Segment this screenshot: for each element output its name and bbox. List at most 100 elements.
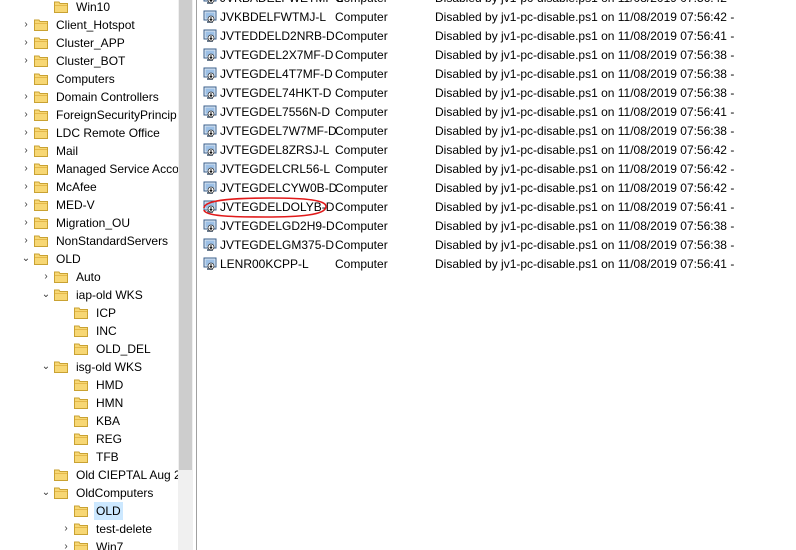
folder-icon — [34, 144, 48, 157]
computer-row[interactable]: JVTEGDEL7W7MF-D Computer Disabled by jv1-p… — [201, 122, 796, 141]
computer-row[interactable]: JVTEGDELGM375-D Computer Disabled by jv1-p… — [201, 236, 796, 255]
folder-icon — [54, 468, 68, 481]
tree-item-label: Old CIEPTAL Aug 2 — [76, 468, 178, 482]
computer-name: JVTEGDELGM375-D — [220, 238, 335, 252]
computer-type: Computer — [335, 238, 388, 252]
computer-row[interactable]: JVKBADELFWETMF-LComputer Disabled by jv1-… — [201, 0, 796, 8]
expand-chevron-icon[interactable]: › — [20, 178, 32, 196]
folder-icon — [74, 432, 88, 445]
computer-row[interactable]: JVTEGDEL2X7MF-D Computer Disabled by jv1-p… — [201, 46, 796, 65]
tree-item-label: iap-old WKS — [76, 288, 143, 302]
computer-type: Computer — [335, 143, 388, 157]
tree-item-label: Mail — [56, 144, 79, 158]
tree-item-label: TFB — [96, 450, 119, 464]
tree-item-label: OLD_DEL — [96, 342, 151, 356]
folder-icon — [74, 522, 88, 535]
tree-item-label: ForeignSecurityPrincip — [56, 108, 177, 122]
folder-icon — [54, 360, 68, 373]
computer-name: JVTEDDELD2NRB-D — [220, 29, 335, 43]
expand-chevron-icon[interactable]: › — [60, 520, 72, 538]
tree-item-label: Cluster_BOT — [56, 54, 126, 68]
expand-chevron-icon[interactable]: › — [20, 214, 32, 232]
computer-row[interactable]: JVTEGDELCYW0B-D Computer Disabled by jv1-p… — [201, 179, 796, 198]
folder-icon — [74, 450, 88, 463]
expand-chevron-icon[interactable]: › — [20, 160, 32, 178]
folder-icon — [34, 252, 48, 265]
expand-chevron-icon[interactable]: › — [20, 16, 32, 34]
computer-description: Disabled by jv1-pc-disable.ps1 on 11/08/… — [435, 162, 735, 176]
expand-chevron-icon[interactable]: › — [20, 52, 32, 70]
computer-description: Disabled by jv1-pc-disable.ps1 on 11/08/… — [435, 10, 735, 24]
computer-row[interactable]: JVTEGDEL74HKT-D Computer Disabled by jv1-p… — [201, 84, 796, 103]
expand-chevron-icon[interactable]: › — [20, 34, 32, 52]
computer-row[interactable]: JVTEGDELCRL56-L Computer Disabled by jv1-p… — [201, 160, 796, 179]
computer-name: JVKBADELFWETMF-L — [220, 0, 343, 8]
expand-chevron-icon[interactable]: › — [40, 268, 52, 286]
computer-description: Disabled by jv1-pc-disable.ps1 on 11/08/… — [435, 48, 735, 62]
computer-name: JVKBDELFWTMJ-L — [220, 10, 327, 24]
folder-icon — [34, 234, 48, 247]
computer-type: Computer — [335, 10, 388, 24]
folder-icon — [74, 414, 88, 427]
tree-item-label: Win7 — [96, 540, 124, 550]
tree-item-label: INC — [96, 324, 117, 338]
ou-tree-pane[interactable]: Win10 › Client_Hotspot › Cluster_APP › Cluster… — [0, 0, 178, 550]
tree-item-label: ICP — [96, 306, 117, 320]
folder-icon — [34, 90, 48, 103]
tree-item-label: OLD — [94, 502, 123, 520]
expand-chevron-icon[interactable]: › — [20, 124, 32, 142]
disabled-computer-icon — [203, 10, 218, 25]
computer-type: Computer — [335, 29, 388, 43]
computer-type: Computer — [335, 200, 388, 214]
folder-icon — [34, 126, 48, 139]
collapse-chevron-icon[interactable]: ⌄ — [40, 358, 52, 376]
expand-chevron-icon[interactable]: › — [20, 88, 32, 106]
expand-chevron-icon[interactable]: › — [20, 142, 32, 160]
scrollbar-thumb[interactable] — [179, 0, 192, 470]
computer-row[interactable]: JVTEGDELGD2H9-D Computer Disabled by jv1-p… — [201, 217, 796, 236]
expand-chevron-icon[interactable]: › — [20, 196, 32, 214]
collapse-chevron-icon[interactable]: ⌄ — [40, 286, 52, 304]
computer-row[interactable]: JVTEDDELD2NRB-D Computer Disabled by jv1-p… — [201, 27, 796, 46]
computer-description: Disabled by jv1-pc-disable.ps1 on 11/08/… — [435, 0, 734, 8]
folder-icon — [34, 36, 48, 49]
tree-item-label: Managed Service Acco — [56, 162, 178, 176]
computer-row[interactable]: JVTEGDELDOLYB-D Computer Disabled by jv1-p… — [201, 198, 796, 217]
tree-item-label: Client_Hotspot — [56, 18, 135, 32]
expand-chevron-icon[interactable]: › — [20, 106, 32, 124]
computer-row[interactable]: JVKBDELFWTMJ-L Computer Disabled by jv1-pc… — [201, 8, 796, 27]
computer-description: Disabled by jv1-pc-disable.ps1 on 11/08/… — [435, 238, 735, 252]
folder-icon — [74, 342, 88, 355]
folder-icon — [74, 504, 88, 517]
computer-row[interactable]: JVTEGDEL7556N-D Computer Disabled by jv1-p… — [201, 103, 796, 122]
computer-row[interactable]: JVTEGDEL4T7MF-D Computer Disabled by jv1-p… — [201, 65, 796, 84]
folder-icon — [74, 396, 88, 409]
folder-icon — [74, 378, 88, 391]
tree-item-label: McAfee — [56, 180, 97, 194]
tree-item-label: Migration_OU — [56, 216, 131, 230]
computer-description: Disabled by jv1-pc-disable.ps1 on 11/08/… — [435, 200, 735, 214]
collapse-chevron-icon[interactable]: ⌄ — [40, 484, 52, 502]
tree-item-label: LDC Remote Office — [56, 126, 160, 140]
folder-icon — [74, 540, 88, 550]
computer-name: JVTEGDELCYW0B-D — [220, 181, 338, 195]
computer-description: Disabled by jv1-pc-disable.ps1 on 11/08/… — [435, 86, 735, 100]
disabled-computer-icon — [203, 29, 218, 44]
folder-icon — [54, 0, 68, 13]
computer-list-pane[interactable]: JVKBADELFWETMF-L Computer Disabled by jv1-… — [197, 0, 796, 550]
computer-row[interactable]: LENR00KCPP-L Computer Disabled by jv1-pc-d… — [201, 255, 796, 274]
folder-icon — [54, 270, 68, 283]
tree-vertical-scrollbar[interactable] — [178, 0, 193, 550]
computer-row[interactable]: JVTEGDEL8ZRSJ-L Computer Disabled by jv1-p… — [201, 141, 796, 160]
expand-chevron-icon[interactable]: › — [20, 232, 32, 250]
computer-name: JVTEGDELGD2H9-D — [220, 219, 335, 233]
collapse-chevron-icon[interactable]: ⌄ — [20, 250, 32, 268]
expand-chevron-icon[interactable]: › — [60, 538, 72, 550]
